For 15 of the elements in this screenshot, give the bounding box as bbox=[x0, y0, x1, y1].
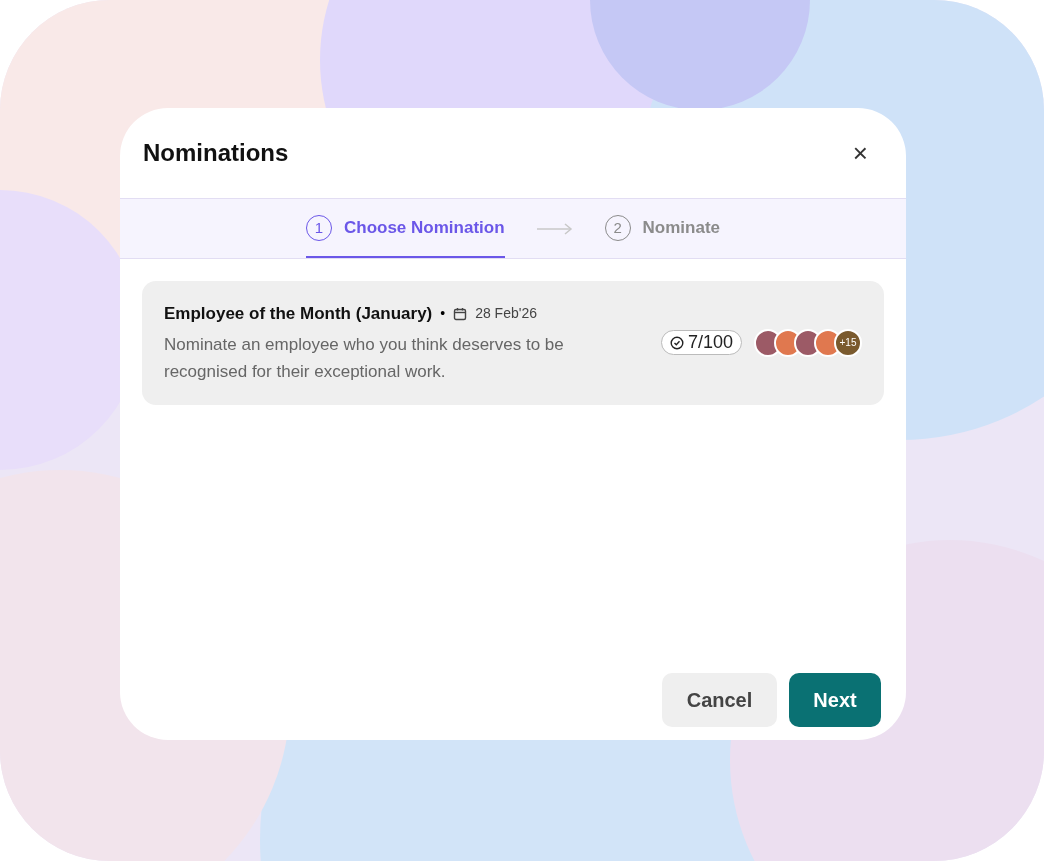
nomination-title: Employee of the Month (January) bbox=[164, 303, 433, 325]
close-button[interactable]: × bbox=[852, 140, 868, 166]
due-date: 28 Feb'26 bbox=[475, 304, 537, 324]
nomination-description: Nominate an employee who you think deserves to be recognised for their exceptional work. bbox=[164, 333, 565, 383]
arrow-icon bbox=[536, 222, 573, 235]
check-circle-icon bbox=[669, 335, 684, 350]
nomination-card[interactable]: Employee of the Month (January) • 28 Feb'26 Nominate an employee who you think deserves to be recognised for their exceptional work. 7/100 +15 bbox=[142, 281, 884, 405]
cancel-button[interactable]: Cancel bbox=[662, 673, 777, 727]
more-avatars-count: +15 bbox=[834, 328, 862, 357]
calendar-icon bbox=[453, 306, 468, 321]
step-tab[interactable]: 1 Choose Nomination bbox=[306, 199, 505, 258]
nomination-count-badge: 7/100 bbox=[660, 330, 742, 356]
separator-dot: • bbox=[440, 304, 446, 324]
dialog-title: Nominations bbox=[143, 138, 289, 168]
next-button[interactable]: Next bbox=[789, 673, 881, 727]
